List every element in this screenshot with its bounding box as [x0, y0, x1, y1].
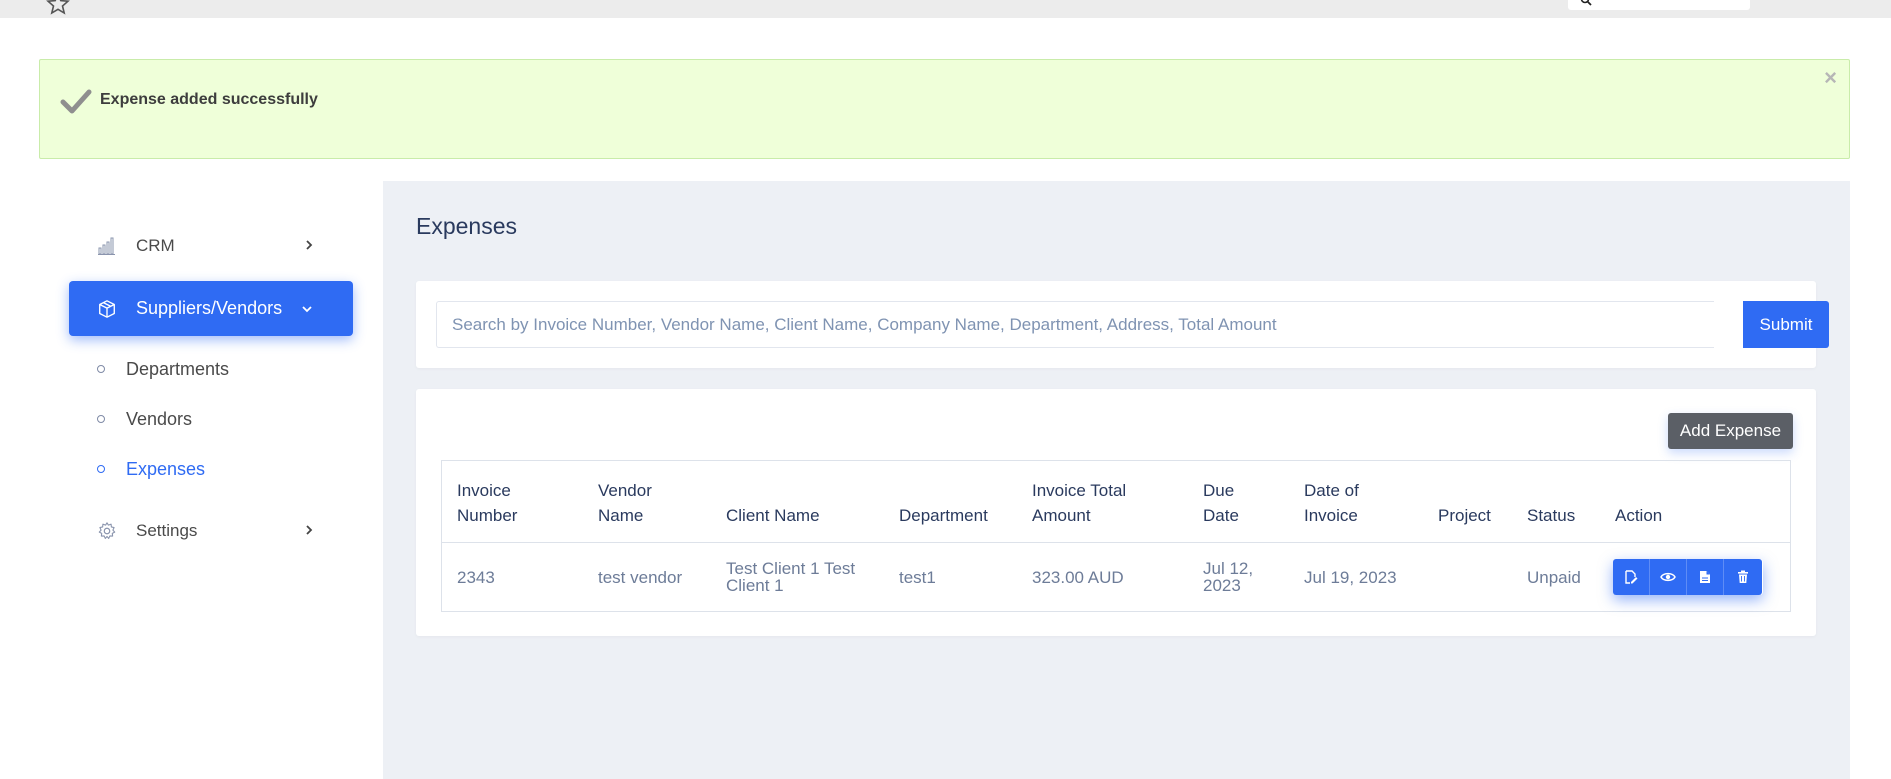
- column-header: Invoice Number: [457, 481, 518, 525]
- column-header: Vendor Name: [598, 481, 652, 525]
- invoice-number-cell: 2343: [457, 567, 495, 587]
- sidebar-subitem-label: Vendors: [126, 408, 193, 429]
- vendor-name-cell: test vendor: [598, 567, 683, 587]
- sidebar-item-suppliers-vendors[interactable]: Suppliers/Vendors: [69, 281, 353, 336]
- search-card: Submit: [416, 281, 1829, 368]
- column-header: Action: [1615, 506, 1663, 525]
- chevron-down-icon: [302, 306, 312, 313]
- submit-button[interactable]: Submit: [1743, 301, 1829, 348]
- document-button[interactable]: [1687, 559, 1724, 595]
- bar-chart-icon: [97, 236, 117, 256]
- due-date-cell: Jul 12, 2023: [1203, 559, 1254, 595]
- sidebar-subitem-departments[interactable]: Departments: [97, 355, 229, 383]
- sidebar-item-label: CRM: [136, 236, 175, 255]
- column-header: Due Date: [1203, 481, 1239, 525]
- column-header: Department: [899, 506, 988, 525]
- chevron-right-icon: [306, 240, 313, 250]
- box-icon: [97, 299, 117, 319]
- star-icon[interactable]: [46, 0, 70, 16]
- top-search-box[interactable]: [1568, 0, 1750, 10]
- page-title: Expenses: [416, 213, 518, 239]
- total-amount-cell: 323.00 AUD: [1032, 567, 1124, 587]
- sidebar-subitem-expenses[interactable]: Expenses: [97, 455, 205, 483]
- column-header: Date of Invoice: [1304, 481, 1359, 525]
- chevron-right-icon: [306, 525, 313, 535]
- expenses-table-card: Add Expense Invoice Number Vendor Name C…: [416, 389, 1816, 636]
- edit-button[interactable]: [1613, 559, 1650, 595]
- search-input[interactable]: [436, 301, 1714, 348]
- sidebar-item-crm[interactable]: CRM: [69, 220, 353, 272]
- close-icon[interactable]: ×: [1824, 66, 1837, 90]
- column-header: Invoice Total Amount: [1032, 481, 1127, 525]
- table-row: 2343 test vendor Test Client 1 Test Clie…: [442, 543, 1790, 611]
- eye-icon: [1660, 572, 1676, 582]
- table-header: Invoice Number Vendor Name Client Name D…: [442, 461, 1790, 543]
- view-button[interactable]: [1650, 559, 1687, 595]
- bullet-icon: [97, 415, 105, 423]
- search-icon: [1580, 0, 1592, 6]
- row-actions: [1613, 559, 1763, 595]
- bullet-icon: [97, 465, 105, 473]
- delete-button[interactable]: [1724, 559, 1762, 595]
- edit-icon: [1625, 570, 1638, 584]
- column-header: Client Name: [726, 506, 820, 525]
- sidebar-subitem-vendors[interactable]: Vendors: [97, 405, 192, 433]
- column-header: Status: [1527, 506, 1576, 525]
- document-icon: [1700, 571, 1710, 583]
- trash-icon: [1738, 570, 1748, 583]
- alert-message: Expense added successfully: [100, 91, 318, 108]
- expenses-table: Invoice Number Vendor Name Client Name D…: [441, 460, 1791, 612]
- sidebar-item-label: Settings: [136, 521, 198, 540]
- bullet-icon: [97, 365, 105, 373]
- invoice-date-cell: Jul 19, 2023: [1304, 567, 1397, 587]
- sidebar-item-settings[interactable]: Settings: [69, 505, 353, 557]
- sidebar: CRM Suppliers/Vendors Departments Vendor…: [0, 180, 382, 779]
- gear-icon: [97, 521, 117, 541]
- column-header: Project: [1438, 506, 1491, 525]
- sidebar-subitem-label: Expenses: [126, 458, 206, 479]
- success-alert: Expense added successfully ×: [39, 59, 1850, 159]
- client-name-cell: Test Client 1 Test Client 1: [726, 559, 856, 595]
- top-bar: [0, 0, 1891, 18]
- checkmark-icon: [60, 89, 92, 114]
- status-cell: Unpaid: [1527, 567, 1581, 587]
- sidebar-item-label: Suppliers/Vendors: [136, 298, 283, 318]
- department-cell: test1: [899, 567, 936, 587]
- project-cell: [1438, 543, 1518, 611]
- add-expense-button[interactable]: Add Expense: [1668, 413, 1793, 449]
- main-panel: Expenses Submit Add Expense Invoice Numb…: [383, 181, 1850, 779]
- sidebar-subitem-label: Departments: [126, 358, 230, 379]
